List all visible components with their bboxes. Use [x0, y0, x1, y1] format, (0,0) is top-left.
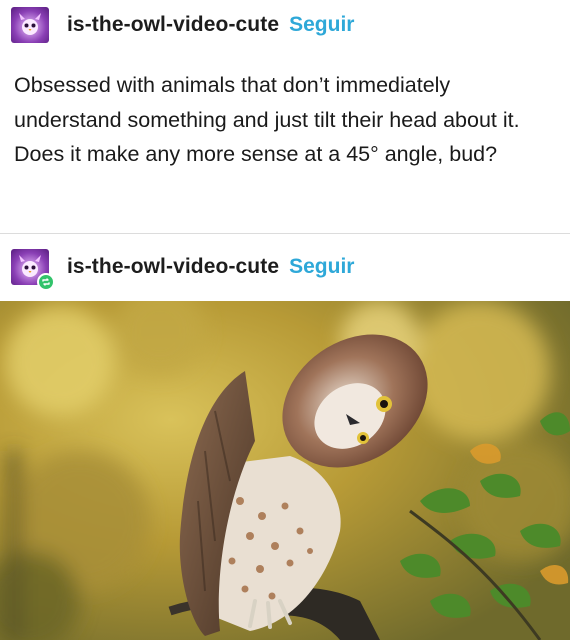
- reblog-icon: [37, 273, 55, 291]
- avatar[interactable]: [11, 7, 49, 43]
- follow-button[interactable]: Seguir: [289, 255, 354, 279]
- post-divider: [0, 233, 570, 234]
- owl-avatar-icon: [19, 13, 41, 35]
- post-body-text: Obsessed with animals that don’t immedia…: [14, 73, 520, 166]
- post-header: is-the-owl-video-cute Seguir: [11, 7, 354, 43]
- post-header: is-the-owl-video-cute Seguir: [11, 249, 354, 291]
- avatar[interactable]: [11, 249, 55, 291]
- username[interactable]: is-the-owl-video-cute: [67, 255, 279, 279]
- tilted-owl-photo: [0, 301, 570, 640]
- follow-button[interactable]: Seguir: [289, 13, 354, 37]
- username[interactable]: is-the-owl-video-cute: [67, 13, 279, 37]
- post-photo: [0, 301, 570, 640]
